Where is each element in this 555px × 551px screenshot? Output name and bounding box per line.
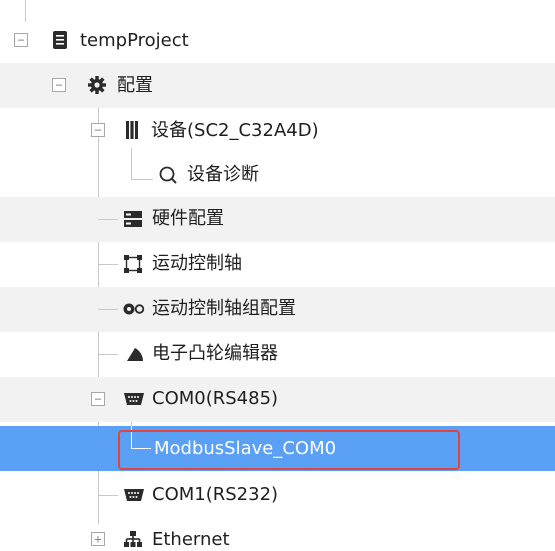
cam-icon xyxy=(127,348,143,361)
tree-row-ethernet[interactable]: + Ethernet xyxy=(0,518,555,551)
highlight-box xyxy=(118,430,460,470)
axis-icon xyxy=(124,255,142,273)
serial-port-icon xyxy=(124,489,144,501)
tree-row-motion-axis[interactable]: 运动控制轴 xyxy=(0,242,555,287)
axis-group-icon xyxy=(123,303,145,315)
hardware-icon xyxy=(124,211,142,227)
tree-label-com0: COM0(RS485) xyxy=(152,388,279,409)
tree-label-device: 设备(SC2_C32A4D) xyxy=(151,120,319,141)
collapse-toggle-device[interactable]: − xyxy=(91,123,105,137)
tree-row-com1[interactable]: COM1(RS232) xyxy=(0,473,555,518)
collapse-toggle-com0[interactable]: − xyxy=(91,392,105,406)
search-icon xyxy=(159,166,177,184)
collapse-toggle-config[interactable]: − xyxy=(52,78,66,92)
tree-label-diagnosis: 设备诊断 xyxy=(187,164,259,185)
tree-label-config: 配置 xyxy=(117,75,153,96)
document-icon xyxy=(53,31,67,49)
tree-label-motion-axis: 运动控制轴 xyxy=(152,253,242,274)
tree-label-hardware: 硬件配置 xyxy=(152,208,224,229)
tree-label-com1: COM1(RS232) xyxy=(152,484,279,505)
project-tree: − tempProject − 配置 − 设备(SC2_C32A4D) 设备诊断… xyxy=(0,0,555,551)
tree-branch-hardware xyxy=(98,219,118,220)
tree-branch-diagnosis xyxy=(131,179,153,180)
network-icon xyxy=(124,531,142,547)
tree-branch-axis-group xyxy=(98,309,118,310)
tree-branch-motion-axis xyxy=(98,264,118,265)
expand-toggle-ethernet[interactable]: + xyxy=(91,532,105,546)
tree-row-device[interactable]: − 设备(SC2_C32A4D) xyxy=(0,108,555,153)
tree-branch-com1 xyxy=(98,495,118,496)
tree-row-hardware[interactable]: 硬件配置 xyxy=(0,197,555,242)
device-icon xyxy=(126,121,138,139)
tree-row-com0[interactable]: − COM0(RS485) xyxy=(0,377,555,422)
tree-label-project: tempProject xyxy=(80,30,189,51)
tree-row-axis-group[interactable]: 运动控制轴组配置 xyxy=(0,287,555,332)
tree-row-project[interactable]: − tempProject xyxy=(0,18,555,63)
tree-row-cam-editor[interactable]: 电子凸轮编辑器 xyxy=(0,332,555,377)
collapse-toggle-project[interactable]: − xyxy=(14,33,28,47)
tree-row-diagnosis[interactable]: 设备诊断 xyxy=(0,152,555,197)
tree-branch-cam-editor xyxy=(98,354,118,355)
tree-label-cam-editor: 电子凸轮编辑器 xyxy=(152,343,278,364)
tree-row-config[interactable]: − 配置 xyxy=(0,63,555,108)
tree-label-axis-group: 运动控制轴组配置 xyxy=(152,298,296,319)
serial-port-icon xyxy=(124,393,144,405)
tree-label-ethernet: Ethernet xyxy=(152,529,230,550)
gear-icon xyxy=(88,76,106,94)
